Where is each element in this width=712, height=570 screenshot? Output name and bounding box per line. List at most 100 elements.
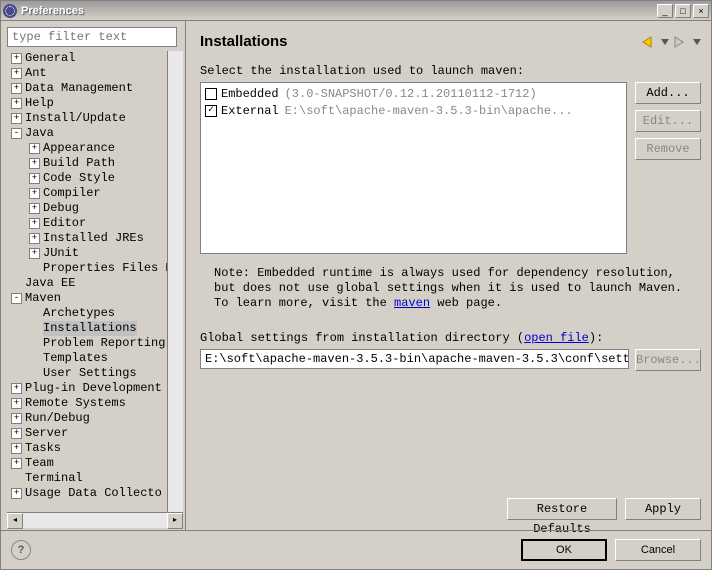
- tree-item-compiler[interactable]: +Compiler: [7, 186, 183, 201]
- tree-label[interactable]: Installed JREs: [43, 231, 144, 246]
- tree-item-run-debug[interactable]: +Run/Debug: [7, 411, 183, 426]
- expander-icon[interactable]: +: [11, 383, 22, 394]
- expander-icon[interactable]: +: [11, 53, 22, 64]
- tree-item-templates[interactable]: Templates: [7, 351, 183, 366]
- tree-item-help[interactable]: +Help: [7, 96, 183, 111]
- tree-item-properties-files-e[interactable]: Properties Files E: [7, 261, 183, 276]
- tree-label[interactable]: Editor: [43, 216, 86, 231]
- tree-label[interactable]: Remote Systems: [25, 396, 126, 411]
- tree-item-installed-jres[interactable]: +Installed JREs: [7, 231, 183, 246]
- minimize-button[interactable]: _: [657, 4, 673, 18]
- tree-item-java-ee[interactable]: Java EE: [7, 276, 183, 291]
- tree-label[interactable]: Problem Reporting: [43, 336, 165, 351]
- install-checkbox[interactable]: [205, 88, 217, 100]
- expander-icon[interactable]: +: [29, 143, 40, 154]
- tree-item-appearance[interactable]: +Appearance: [7, 141, 183, 156]
- tree-label[interactable]: Ant: [25, 66, 47, 81]
- scroll-right-button[interactable]: ▸: [167, 513, 183, 529]
- tree-label[interactable]: Build Path: [43, 156, 115, 171]
- expander-icon[interactable]: +: [11, 458, 22, 469]
- edit-button[interactable]: Edit...: [635, 110, 701, 132]
- expander-icon[interactable]: +: [29, 203, 40, 214]
- expander-icon[interactable]: +: [11, 68, 22, 79]
- ok-button[interactable]: OK: [521, 539, 607, 561]
- installations-list[interactable]: Embedded(3.0-SNAPSHOT/0.12.1.20110112-17…: [200, 82, 627, 254]
- expander-icon[interactable]: +: [29, 248, 40, 259]
- tree-item-problem-reporting[interactable]: Problem Reporting: [7, 336, 183, 351]
- tree-item-terminal[interactable]: Terminal: [7, 471, 183, 486]
- tree-label[interactable]: User Settings: [43, 366, 137, 381]
- remove-button[interactable]: Remove: [635, 138, 701, 160]
- maximize-button[interactable]: □: [675, 4, 691, 18]
- add-button[interactable]: Add...: [635, 82, 701, 104]
- back-menu-icon[interactable]: [661, 39, 669, 45]
- expander-icon[interactable]: +: [11, 428, 22, 439]
- apply-button[interactable]: Apply: [625, 498, 701, 520]
- install-row[interactable]: ✓ExternalE:\soft\apache-maven-3.5.3-bin\…: [203, 102, 624, 119]
- tree-label[interactable]: Installations: [43, 321, 137, 336]
- expander-icon[interactable]: +: [11, 488, 22, 499]
- expander-icon[interactable]: +: [29, 218, 40, 229]
- expander-icon[interactable]: -: [11, 128, 22, 139]
- scroll-track[interactable]: [23, 513, 167, 528]
- filter-input[interactable]: [7, 27, 177, 47]
- expander-icon[interactable]: +: [11, 398, 22, 409]
- close-button[interactable]: ×: [693, 4, 709, 18]
- expander-icon[interactable]: +: [11, 443, 22, 454]
- install-checkbox[interactable]: ✓: [205, 105, 217, 117]
- expander-icon[interactable]: +: [29, 188, 40, 199]
- scroll-left-button[interactable]: ◂: [7, 513, 23, 529]
- tree-label[interactable]: Data Management: [25, 81, 133, 96]
- tree-scrollbar-vertical[interactable]: [167, 51, 183, 512]
- tree-item-remote-systems[interactable]: +Remote Systems: [7, 396, 183, 411]
- preference-tree[interactable]: +General+Ant+Data Management+Help+Instal…: [7, 51, 183, 512]
- tree-label[interactable]: Terminal: [25, 471, 83, 486]
- restore-defaults-button[interactable]: Restore Defaults: [507, 498, 617, 520]
- tree-item-code-style[interactable]: +Code Style: [7, 171, 183, 186]
- back-icon[interactable]: [641, 36, 657, 48]
- tree-label[interactable]: Help: [25, 96, 54, 111]
- tree-item-user-settings[interactable]: User Settings: [7, 366, 183, 381]
- tree-label[interactable]: Server: [25, 426, 68, 441]
- tree-scrollbar-horizontal[interactable]: ◂ ▸: [7, 512, 183, 528]
- tree-label[interactable]: Java: [25, 126, 54, 141]
- tree-item-maven[interactable]: -Maven: [7, 291, 183, 306]
- tree-label[interactable]: Maven: [25, 291, 61, 306]
- tree-item-tasks[interactable]: +Tasks: [7, 441, 183, 456]
- expander-icon[interactable]: -: [11, 293, 22, 304]
- cancel-button[interactable]: Cancel: [615, 539, 701, 561]
- expander-icon[interactable]: +: [29, 158, 40, 169]
- tree-item-archetypes[interactable]: Archetypes: [7, 306, 183, 321]
- tree-label[interactable]: Run/Debug: [25, 411, 90, 426]
- open-file-link[interactable]: open file: [524, 331, 589, 345]
- tree-label[interactable]: Debug: [43, 201, 79, 216]
- expander-icon[interactable]: +: [11, 113, 22, 124]
- expander-icon[interactable]: +: [11, 413, 22, 424]
- tree-label[interactable]: Plug-in Development: [25, 381, 162, 396]
- tree-item-debug[interactable]: +Debug: [7, 201, 183, 216]
- tree-item-installations[interactable]: Installations: [7, 321, 183, 336]
- tree-item-server[interactable]: +Server: [7, 426, 183, 441]
- tree-label[interactable]: Templates: [43, 351, 108, 366]
- tree-label[interactable]: Compiler: [43, 186, 101, 201]
- tree-item-plug-in-development[interactable]: +Plug-in Development: [7, 381, 183, 396]
- browse-button[interactable]: Browse...: [635, 349, 701, 371]
- tree-item-team[interactable]: +Team: [7, 456, 183, 471]
- help-icon[interactable]: ?: [11, 540, 31, 560]
- tree-label[interactable]: Appearance: [43, 141, 115, 156]
- tree-label[interactable]: Usage Data Collecto: [25, 486, 162, 501]
- tree-label[interactable]: Code Style: [43, 171, 115, 186]
- tree-label[interactable]: Properties Files E: [43, 261, 173, 276]
- expander-icon[interactable]: +: [11, 98, 22, 109]
- tree-label[interactable]: Java EE: [25, 276, 75, 291]
- tree-label[interactable]: General: [25, 51, 75, 66]
- expander-icon[interactable]: +: [29, 233, 40, 244]
- maven-link[interactable]: maven: [394, 296, 430, 310]
- tree-label[interactable]: Install/Update: [25, 111, 126, 126]
- forward-menu-icon[interactable]: [693, 39, 701, 45]
- tree-item-install-update[interactable]: +Install/Update: [7, 111, 183, 126]
- tree-item-editor[interactable]: +Editor: [7, 216, 183, 231]
- tree-item-data-management[interactable]: +Data Management: [7, 81, 183, 96]
- tree-label[interactable]: Archetypes: [43, 306, 115, 321]
- tree-item-usage-data-collecto[interactable]: +Usage Data Collecto: [7, 486, 183, 501]
